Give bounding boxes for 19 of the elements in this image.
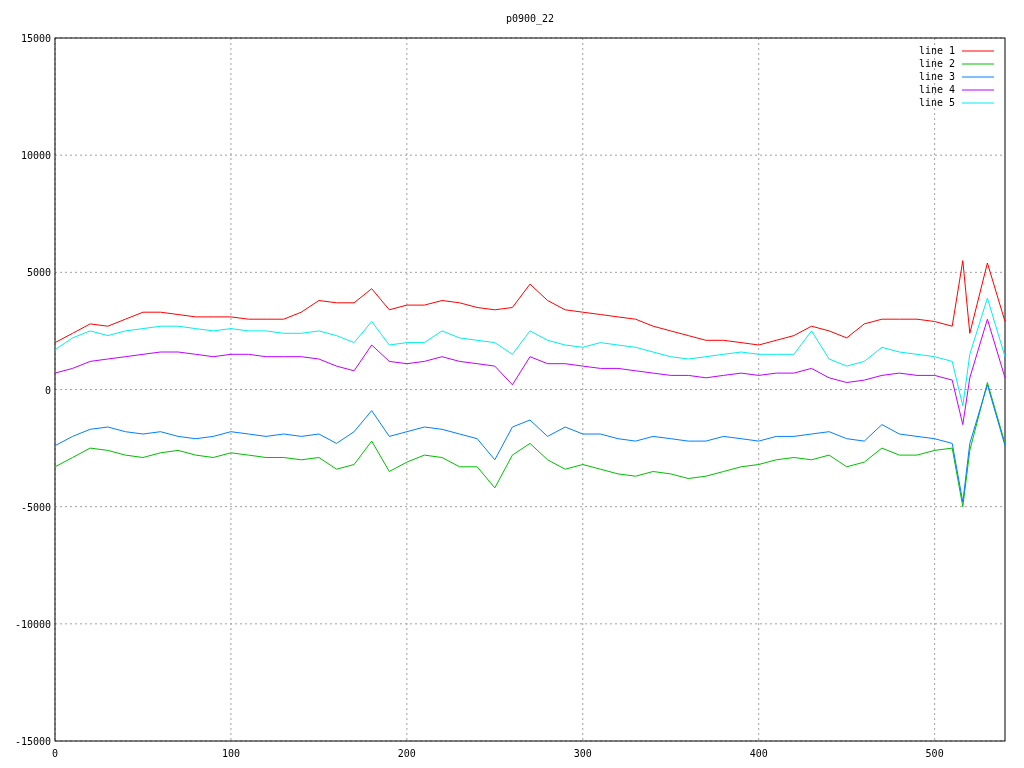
x-tick-label: 0 bbox=[52, 748, 58, 759]
y-tick-label: 0 bbox=[44, 384, 51, 396]
legend-label: line 1 bbox=[918, 45, 955, 56]
x-tick-label: 400 bbox=[749, 748, 768, 759]
y-tick-label: -10000 bbox=[14, 618, 51, 630]
y-tick-label: 5000 bbox=[26, 267, 51, 279]
x-tick-label: 200 bbox=[397, 748, 416, 759]
legend-label: line 5 bbox=[918, 97, 955, 108]
y-tick-label: 10000 bbox=[20, 150, 51, 162]
legend-label: line 4 bbox=[918, 84, 955, 95]
chart-title: p0900_22 bbox=[505, 13, 555, 24]
x-tick-label: 500 bbox=[925, 748, 944, 759]
x-tick-label: 300 bbox=[573, 748, 592, 759]
y-tick-label: -5000 bbox=[20, 501, 51, 513]
legend-label: line 3 bbox=[918, 71, 955, 82]
y-tick-label: 15000 bbox=[20, 33, 51, 44]
legend-label: line 2 bbox=[918, 58, 955, 69]
x-tick-label: 100 bbox=[221, 748, 240, 759]
y-tick-label: -15000 bbox=[14, 736, 51, 747]
